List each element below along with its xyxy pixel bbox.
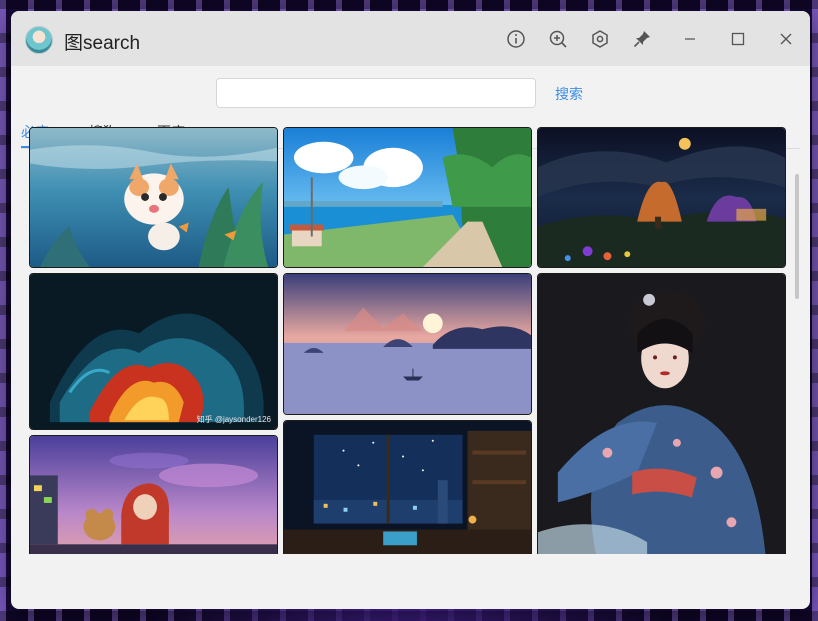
zoom-in-icon[interactable]: [547, 28, 569, 50]
maximize-icon[interactable]: [727, 28, 749, 50]
app-window: 图search 搜索 必应 搜狗 百度: [11, 11, 810, 609]
info-icon[interactable]: [505, 28, 527, 50]
pin-icon[interactable]: [631, 28, 653, 50]
settings-icon[interactable]: [589, 28, 611, 50]
title-bar[interactable]: 图search: [11, 11, 810, 66]
gallery-image-night-city[interactable]: [283, 420, 532, 554]
gallery-image-abstract-waves[interactable]: 知乎 @jaysonder126: [29, 273, 278, 430]
gallery-image-misty-lake[interactable]: [283, 273, 532, 415]
window-title: 图search: [64, 33, 141, 54]
close-icon[interactable]: [775, 28, 797, 50]
app-logo-icon: [25, 26, 53, 54]
gallery-image-coastal-road[interactable]: [283, 127, 532, 268]
image-gallery: 知乎 @jaysonder126: [29, 127, 789, 554]
image-watermark: 知乎 @jaysonder126: [196, 415, 271, 424]
gallery-image-kitten-underwater[interactable]: [29, 127, 278, 268]
gallery-scrollbar[interactable]: [795, 174, 799, 299]
minimize-icon[interactable]: [679, 28, 701, 50]
gallery-image-night-village[interactable]: [537, 127, 786, 268]
gallery-image-kid-with-dog[interactable]: [29, 435, 278, 554]
search-input[interactable]: [216, 78, 536, 108]
gallery-image-hanfu-girl[interactable]: [537, 273, 786, 554]
search-button[interactable]: 搜索: [555, 84, 583, 104]
